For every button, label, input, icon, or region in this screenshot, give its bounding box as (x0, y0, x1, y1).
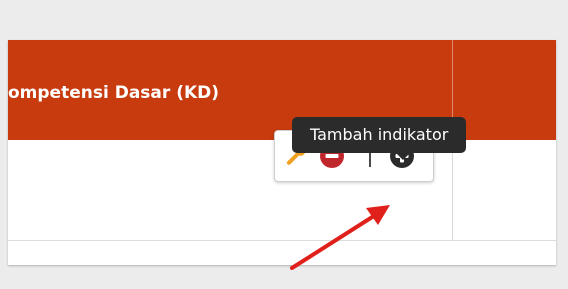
row-column-divider (452, 140, 453, 240)
screenshot-frame: ompetensi Dasar (KD) Tambah indikator (0, 0, 568, 289)
tooltip-tambah-indikator: Tambah indikator (292, 117, 467, 153)
column-header-kompetensi-dasar: ompetensi Dasar (KD) (8, 83, 220, 103)
tooltip-pointer (396, 153, 410, 160)
table-header-row: ompetensi Dasar (KD) (8, 40, 556, 140)
